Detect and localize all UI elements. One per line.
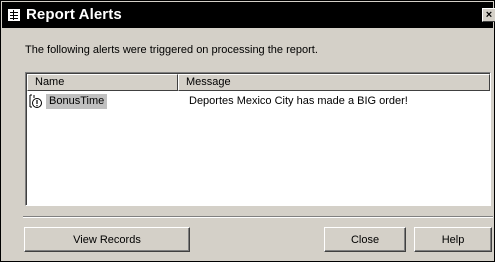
help-button[interactable]: Help <box>414 227 492 252</box>
list-item[interactable]: BonusTime Deportes Mexico City has made … <box>27 93 489 111</box>
window-icon <box>8 9 20 21</box>
divider <box>23 216 493 218</box>
alert-warning-icon <box>29 94 43 109</box>
column-header-name[interactable]: Name <box>27 74 178 91</box>
intro-text: The following alerts were triggered on p… <box>25 44 318 56</box>
window-title: Report Alerts <box>26 6 122 23</box>
close-window-button[interactable]: × <box>482 8 495 22</box>
report-alerts-dialog: Report Alerts × The following alerts wer… <box>0 0 495 262</box>
alert-name: BonusTime <box>46 94 108 109</box>
view-records-button[interactable]: View Records <box>24 227 190 252</box>
close-button[interactable]: Close <box>324 227 406 252</box>
alerts-list[interactable]: Name Message BonusTime Deportes Mexico C… <box>25 72 491 206</box>
title-bar[interactable]: Report Alerts × <box>2 2 495 28</box>
column-header-message[interactable]: Message <box>178 74 490 91</box>
alert-message: Deportes Mexico City has made a BIG orde… <box>189 95 408 107</box>
